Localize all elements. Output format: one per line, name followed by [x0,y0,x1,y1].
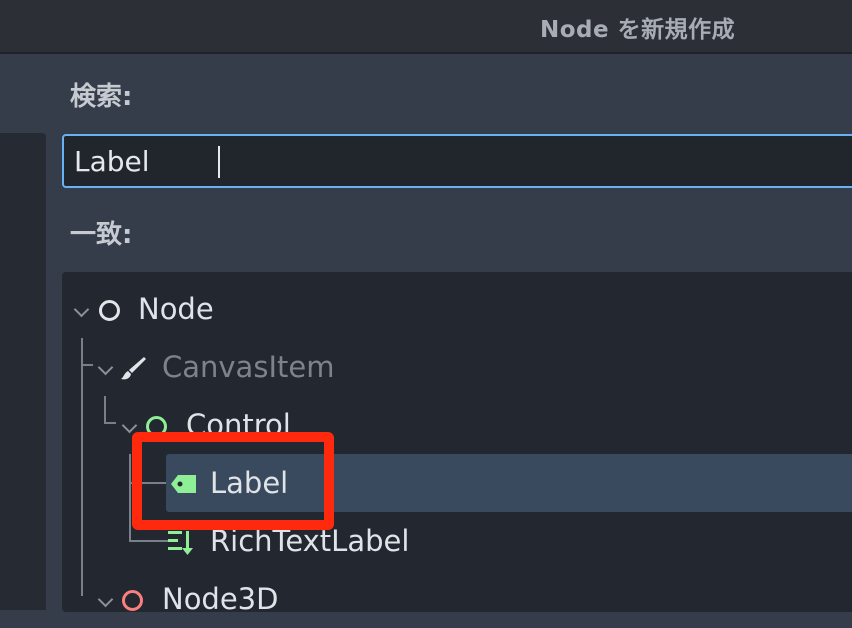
chevron-down-icon[interactable] [97,591,114,608]
dialog-title: Node を新規作成 [540,17,736,43]
brush-icon [120,354,148,382]
chevron-down-icon[interactable] [97,359,114,376]
tree-item-label: Node3D [162,582,279,616]
node-circle-icon [99,300,120,321]
tree-item-node3d[interactable]: Node3D [62,572,852,628]
rich-text-icon [166,528,198,558]
chevron-down-icon[interactable] [73,301,90,318]
tree-item-label: CanvasItem [162,350,335,384]
tree-item-canvasitem[interactable]: CanvasItem [62,340,852,396]
annotation-highlight-box [132,432,334,530]
chevron-down-icon[interactable] [121,417,138,434]
search-box[interactable] [62,134,852,188]
node3d-circle-icon [122,590,143,611]
tree-item-node[interactable]: Node [62,282,852,338]
matches-label: 一致: [70,220,133,250]
text-caret [218,146,220,178]
tree-item-label: Node [138,292,214,326]
search-input[interactable] [74,136,834,186]
dialog-titlebar: Node を新規作成 [0,0,852,54]
left-panel [0,133,46,610]
search-label: 検索: [70,82,133,112]
